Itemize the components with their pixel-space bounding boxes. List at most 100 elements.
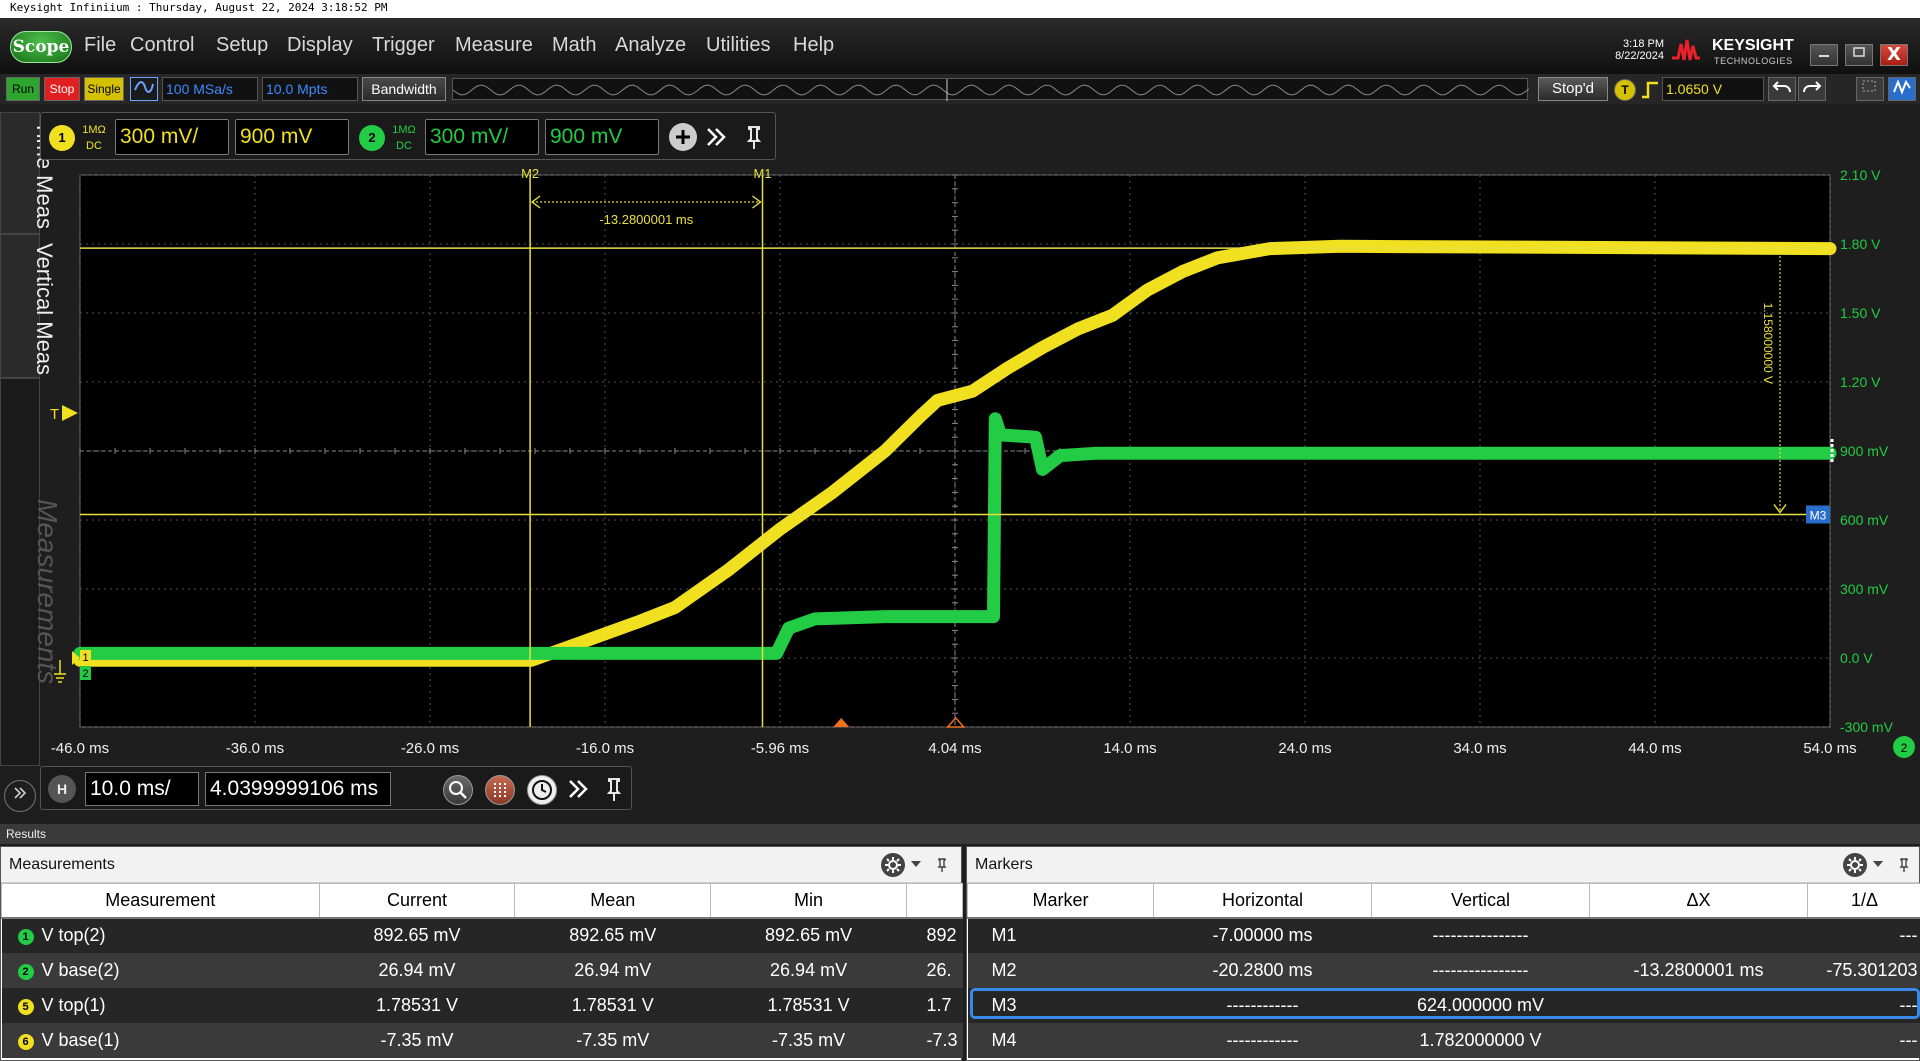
scope-logo-button[interactable]: Scope	[10, 31, 72, 63]
column-header[interactable]: Current	[318, 883, 516, 919]
more-timebase-button[interactable]	[565, 775, 593, 803]
acquisition-mode-button[interactable]	[130, 77, 158, 101]
channel-2-scale-field[interactable]: 300 mV/	[425, 119, 539, 155]
more-channels-button[interactable]	[703, 123, 731, 151]
channel-2-badge[interactable]: 2	[359, 125, 385, 151]
waveform-overview[interactable]	[452, 78, 1530, 101]
measurement-name-cell: 5 V top(1)	[1, 987, 320, 1023]
column-header[interactable]: Marker	[967, 883, 1154, 919]
scope-application: Keysight Infiniium : Thursday, August 22…	[0, 0, 1920, 1061]
sample-rate-field[interactable]: 100 MSa/s	[162, 77, 258, 101]
minimize-button[interactable]	[1810, 44, 1838, 66]
column-header[interactable]: Mean	[514, 883, 712, 919]
column-header[interactable]: 1/Δ	[1807, 883, 1920, 919]
y-tick-label: 900 mV	[1840, 443, 1889, 459]
column-header[interactable]: Measurement	[1, 883, 320, 919]
pin-timebase-button[interactable]	[601, 775, 627, 803]
menu-help[interactable]: Help	[793, 34, 834, 57]
vertical-cell: 1.782000000 V	[1371, 1022, 1590, 1058]
chevron-down-icon[interactable]	[911, 861, 921, 869]
trigger-level-field[interactable]: 1.0650 V	[1662, 77, 1764, 101]
column-header[interactable]: Horizontal	[1153, 883, 1372, 919]
measurement-row[interactable]: 2V base(2) 26.94 mV 26.94 mV 26.94 mV 26.	[1, 952, 963, 988]
minimize-icon	[1819, 55, 1829, 57]
menu-file[interactable]: File	[84, 34, 116, 57]
marker-row[interactable]: M1 -7.00000 ms ---------------- ---	[967, 917, 1920, 953]
chevron-down-icon[interactable]	[1873, 861, 1883, 869]
measurement-row[interactable]: 6V base(1) -7.35 mV -7.35 mV -7.35 mV -7.3	[1, 1022, 963, 1058]
channel-1-coupling[interactable]: 1MΩ DC	[79, 122, 109, 154]
channel-2-offset-field[interactable]: 900 mV	[545, 119, 659, 155]
pin-channel-bar-button[interactable]	[741, 123, 767, 151]
channel-1-offset-field[interactable]: 900 mV	[235, 119, 349, 155]
min-cell: 892.65 mV	[710, 917, 907, 953]
expand-sidebar-button[interactable]	[4, 780, 36, 812]
x-tick-label: 4.04 ms	[928, 740, 981, 757]
horizontal-cell: ------------	[1153, 1022, 1372, 1058]
close-button[interactable]: X	[1880, 44, 1908, 66]
markers-settings-button[interactable]	[1843, 853, 1867, 877]
stop-button[interactable]: Stop	[44, 77, 80, 101]
measurements-settings-button[interactable]	[881, 853, 905, 877]
mean-cell: 26.94 mV	[514, 952, 711, 988]
restore-button[interactable]	[1845, 44, 1873, 66]
rising-edge-icon[interactable]	[1640, 80, 1660, 100]
zoom-icon	[449, 781, 467, 799]
channel-1-impedance: 1MΩ	[82, 124, 106, 136]
waveform-plot[interactable]: M2 M1 -13.2800001 ms 1.158000000 V M3 T 1 2 -46.…	[0, 165, 1920, 765]
menu-utilities[interactable]: Utilities	[706, 34, 770, 57]
column-header[interactable]: ΔX	[1589, 883, 1808, 919]
pin-icon	[746, 126, 762, 149]
menu-math[interactable]: Math	[552, 34, 596, 57]
column-header[interactable]	[905, 883, 964, 919]
channel-1-badge[interactable]: 1	[49, 125, 75, 151]
menu-setup[interactable]: Setup	[216, 34, 268, 57]
menu-display[interactable]: Display	[287, 34, 353, 57]
menu-control[interactable]: Control	[130, 34, 194, 57]
vertical-cell: ----------------	[1371, 952, 1590, 988]
run-button[interactable]: Run	[6, 77, 40, 101]
undo-button[interactable]	[1768, 77, 1796, 101]
pin-icon[interactable]	[1897, 857, 1911, 873]
redo-button[interactable]	[1798, 77, 1826, 101]
active-channel-badge-label: 2	[1901, 741, 1908, 755]
time-position-field[interactable]: 4.0399999106 ms	[205, 772, 391, 806]
clock-reference-button[interactable]	[527, 775, 557, 805]
autoscale-button[interactable]	[1888, 77, 1916, 101]
horizontal-badge[interactable]: H	[48, 775, 76, 803]
marker-row[interactable]: M4 ------------ 1.782000000 V ---	[967, 1022, 1920, 1058]
pin-icon	[606, 778, 622, 801]
menu-measure[interactable]: Measure	[455, 34, 533, 57]
measurement-name: V base(1)	[41, 1029, 120, 1050]
x-tick-label: -26.0 ms	[401, 740, 459, 757]
delta-x-cell	[1589, 1022, 1808, 1058]
clock-time: 3:18 PM	[1623, 38, 1664, 50]
segmented-button[interactable]	[485, 775, 515, 805]
trigger-badge[interactable]: T	[1614, 79, 1636, 101]
pin-icon[interactable]	[935, 857, 949, 873]
zoom-button[interactable]	[443, 775, 473, 805]
channel-2-coupling[interactable]: 1MΩ DC	[389, 122, 419, 154]
trigger-level-marker[interactable]	[62, 405, 78, 422]
column-header[interactable]: Min	[710, 883, 907, 919]
time-scale-field[interactable]: 10.0 ms/	[85, 772, 199, 806]
x-tick-label: 14.0 ms	[1103, 740, 1156, 757]
menu-analyze[interactable]: Analyze	[615, 34, 686, 57]
measurement-row[interactable]: 5V top(1) 1.78531 V 1.78531 V 1.78531 V 1.7	[1, 987, 963, 1023]
marker-name-cell: M4	[967, 1022, 1154, 1058]
menu-trigger[interactable]: Trigger	[372, 34, 435, 57]
memory-depth-field[interactable]: 10.0 Mpts	[262, 77, 358, 101]
channel-1-scale-field[interactable]: 300 mV/	[115, 119, 229, 155]
zoom-tool-button[interactable]	[1856, 77, 1884, 101]
column-header[interactable]: Vertical	[1371, 883, 1590, 919]
truncated-cell: 892	[906, 917, 963, 953]
add-channel-button[interactable]	[669, 123, 697, 151]
x-tick-label: 54.0 ms	[1803, 740, 1856, 757]
marker-row[interactable]: M3 ------------ 624.000000 mV ---	[967, 987, 1920, 1023]
horizontal-cell: ------------	[1153, 987, 1372, 1023]
measurement-row[interactable]: 1V top(2) 892.65 mV 892.65 mV 892.65 mV 892	[1, 917, 963, 953]
marker-row[interactable]: M2 -20.2800 ms ---------------- -13.2800001…	[967, 952, 1920, 988]
bandwidth-button[interactable]: Bandwidth	[362, 77, 446, 101]
y-tick-label: 300 mV	[1840, 581, 1889, 597]
single-button[interactable]: Single	[84, 77, 124, 101]
